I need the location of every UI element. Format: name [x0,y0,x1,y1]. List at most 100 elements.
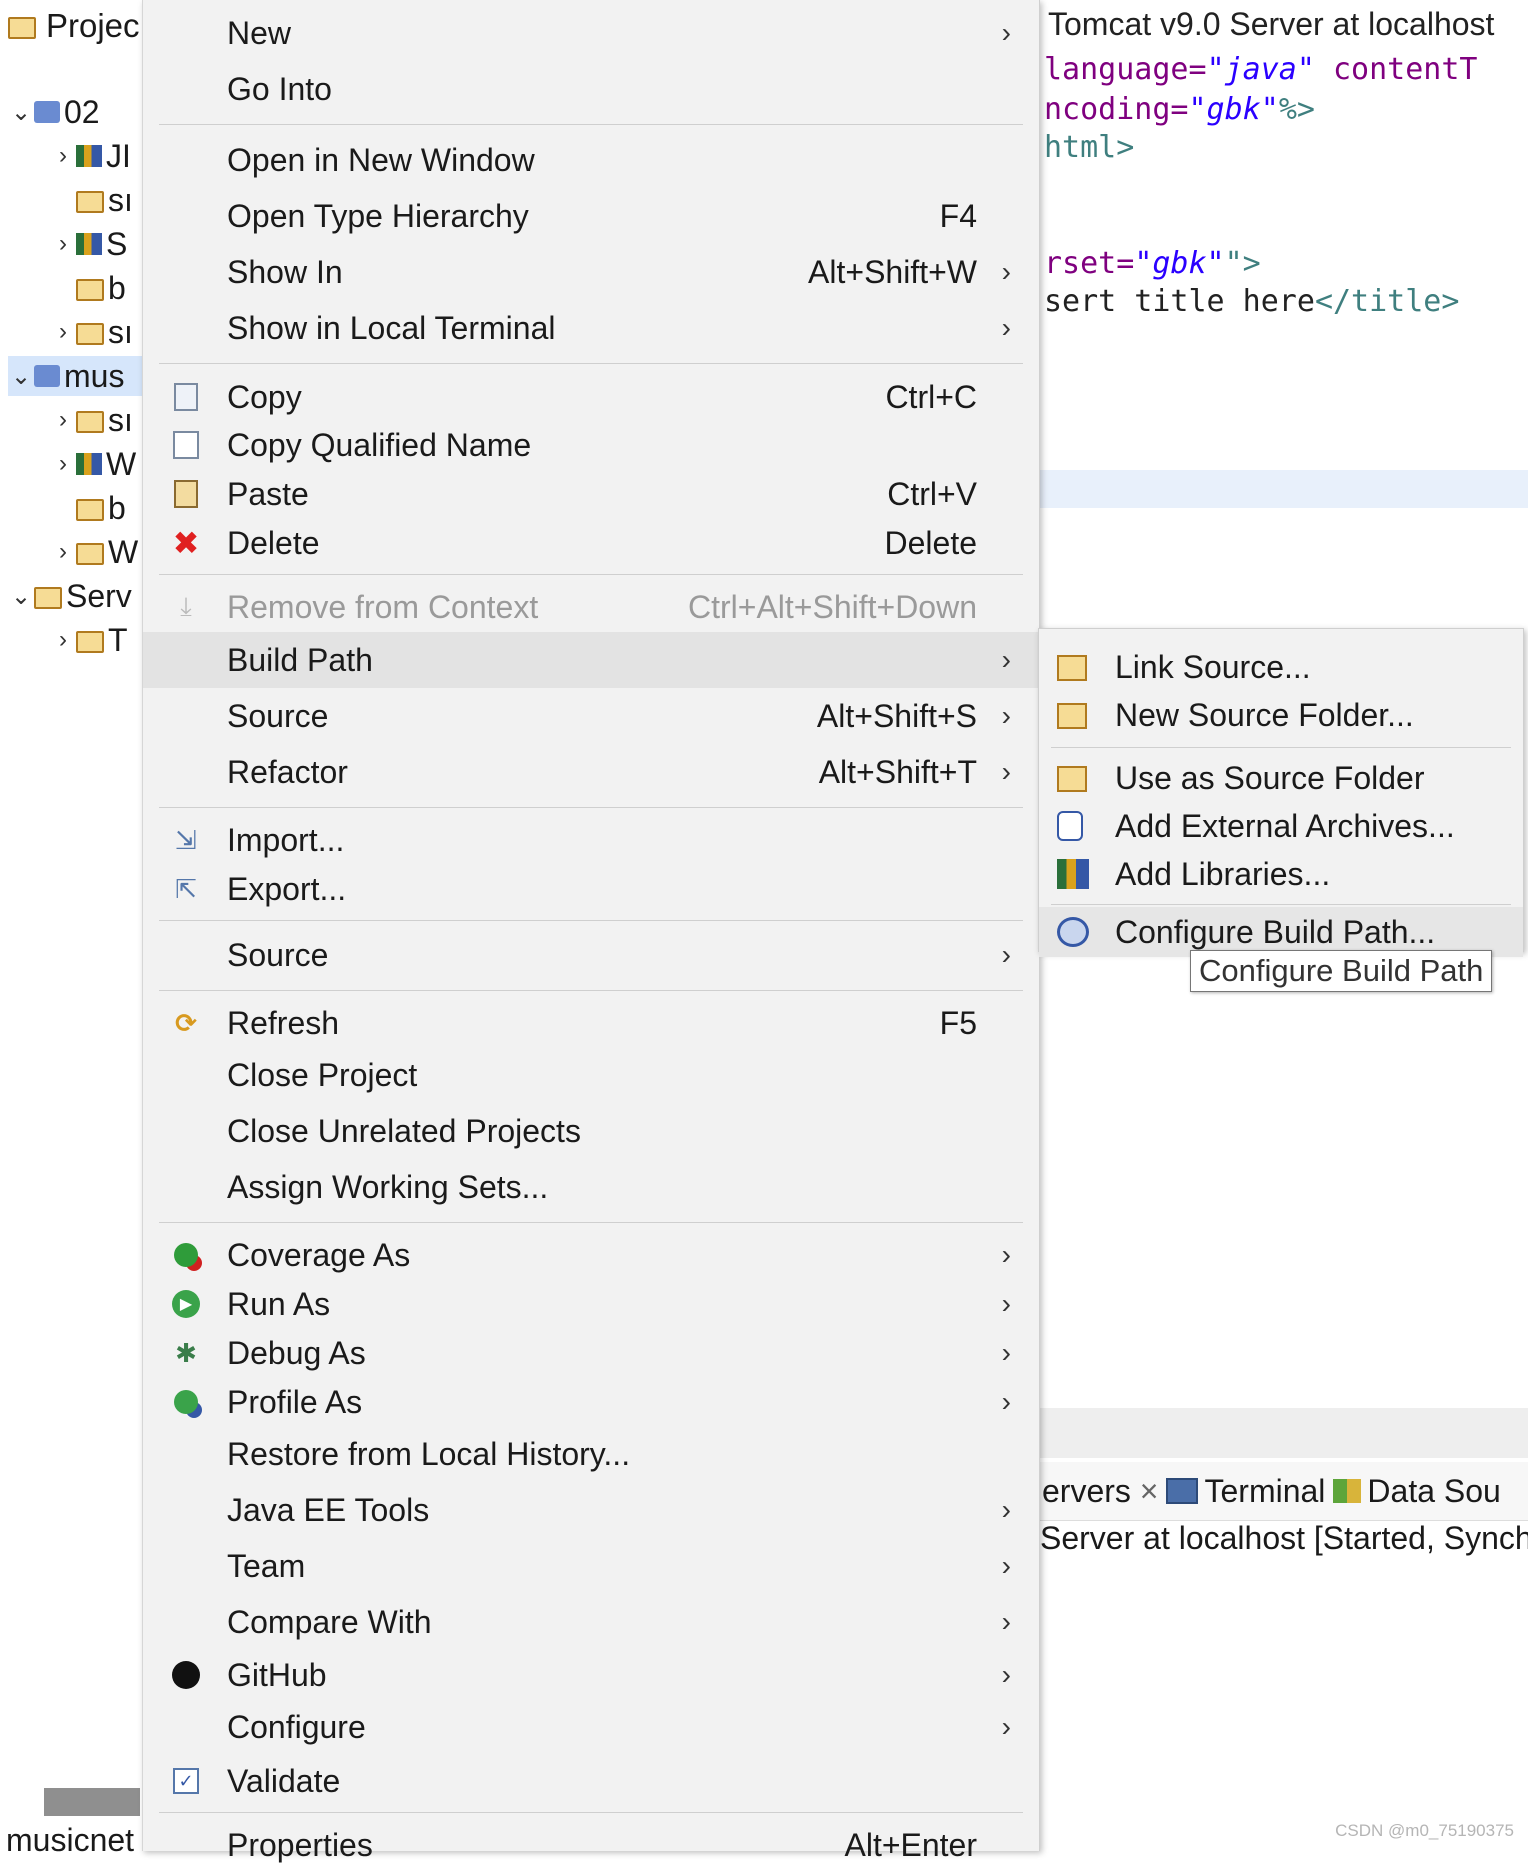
shortcut: F4 [939,197,977,234]
menu-item-validate[interactable]: ✓ Validate [143,1756,1039,1806]
project-explorer-tab[interactable]: Projec [8,6,140,46]
menu-item-run-as[interactable]: ▶ Run As › [143,1279,1039,1329]
submenu-item-link-source[interactable]: Link Source... [1039,643,1523,691]
project-icon [34,101,60,123]
server-status-row[interactable]: Server at localhost [Started, Synch [1040,1520,1528,1557]
tree-row[interactable]: b [76,268,126,308]
menu-item-github[interactable]: GitHub › [143,1650,1039,1700]
code-line: rset="gbk""> [1044,246,1261,281]
menu-separator [159,920,1023,921]
current-line-highlight [1040,470,1528,508]
tree-row[interactable]: › sı [50,400,133,440]
menu-item-show-in[interactable]: Show In Alt+Shift+W › [143,247,1039,297]
menu-item-refactor[interactable]: Refactor Alt+Shift+T › [143,747,1039,797]
menu-item-properties[interactable]: Properties Alt+Enter [143,1820,1039,1870]
submenu-item-add-libraries[interactable]: Add Libraries... [1039,850,1523,898]
menu-separator [159,1222,1023,1223]
menu-item-refresh[interactable]: ⟳ Refresh F5 [143,998,1039,1048]
chevron-down-icon[interactable]: ⌄ [8,98,34,127]
source-folder-icon [76,191,104,213]
tree-row-project-selected[interactable]: ⌄ mus [8,356,150,396]
shortcut: Alt+Shift+W [808,253,977,290]
tooltip: Configure Build Path [1190,950,1493,992]
menu-separator [159,363,1023,364]
new-source-folder-icon [1057,700,1089,730]
horizontal-scrollbar[interactable] [44,1788,140,1816]
folder-icon [76,323,104,345]
folder-icon [76,631,104,653]
menu-item-close-project[interactable]: Close Project [143,1050,1039,1100]
menu-item-copy[interactable]: Copy Ctrl+C [143,372,1039,422]
shortcut: Alt+Shift+T [818,753,977,790]
menu-item-debug-as[interactable]: ✱ Debug As › [143,1328,1039,1378]
menu-item-show-in-local-terminal[interactable]: Show in Local Terminal › [143,303,1039,353]
tree-row[interactable]: › W [50,532,138,572]
menu-item-source[interactable]: Source Alt+Shift+S › [143,691,1039,741]
tree-row[interactable]: sı [76,180,133,220]
chevron-down-icon[interactable]: ⌄ [8,582,34,611]
menu-item-close-unrelated-projects[interactable]: Close Unrelated Projects [143,1106,1039,1156]
menu-item-paste[interactable]: Paste Ctrl+V [143,469,1039,519]
folder-icon [76,279,104,301]
tree-row[interactable]: › S [50,224,127,264]
editor-tab-title[interactable]: Tomcat v9.0 Server at localhost [1048,6,1494,43]
menu-item-import[interactable]: ⇲ Import... [143,815,1039,865]
tree-row[interactable]: › W [50,444,136,484]
menu-item-delete[interactable]: ✖ Delete Delete [143,518,1039,568]
tree-row-servers[interactable]: ⌄ Serv [8,576,132,616]
submenu-item-add-external-archives[interactable]: Add External Archives... [1039,802,1523,850]
tree-row[interactable]: b [76,488,126,528]
chevron-right-icon[interactable]: › [50,406,76,434]
submenu-item-use-as-source-folder[interactable]: Use as Source Folder [1039,754,1523,802]
menu-item-open-type-hierarchy[interactable]: Open Type Hierarchy F4 [143,191,1039,241]
configure-build-path-icon [1057,917,1089,947]
tree-row[interactable]: › T [50,620,128,660]
tab-data-source[interactable]: Data Sou [1333,1473,1501,1510]
tree-row[interactable]: › sı [50,312,133,352]
menu-item-go-into[interactable]: Go Into [143,64,1039,114]
menu-item-open-in-new-window[interactable]: Open in New Window [143,135,1039,185]
menu-separator [159,1812,1023,1813]
profile-icon [171,1387,201,1417]
menu-item-export[interactable]: ⇱ Export... [143,864,1039,914]
menu-separator [159,807,1023,808]
close-icon[interactable]: × [1140,1473,1159,1509]
tree-row-project-02[interactable]: ⌄ 02 [8,92,100,132]
tree-row[interactable]: › JI [50,136,131,176]
chevron-right-icon: › [1001,1550,1011,1581]
tab-terminal[interactable]: Terminal [1166,1473,1325,1510]
terminal-icon [1166,1478,1199,1504]
project-explorer-title: Projec [46,7,140,44]
menu-item-assign-working-sets[interactable]: Assign Working Sets... [143,1162,1039,1212]
menu-item-profile-as[interactable]: Profile As › [143,1377,1039,1427]
validate-checkbox-icon: ✓ [171,1766,201,1796]
chevron-right-icon[interactable]: › [50,230,76,258]
chevron-right-icon[interactable]: › [50,318,76,346]
source-folder-icon [76,411,104,433]
menu-item-compare-with[interactable]: Compare With › [143,1597,1039,1647]
menu-separator [159,124,1023,125]
chevron-down-icon[interactable]: ⌄ [8,362,34,391]
editor-bottom-scrollbar[interactable] [1040,1408,1528,1458]
menu-item-java-ee-tools[interactable]: Java EE Tools › [143,1485,1039,1535]
submenu-item-new-source-folder[interactable]: New Source Folder... [1039,691,1523,739]
menu-item-coverage-as[interactable]: Coverage As › [143,1230,1039,1280]
tree-label: sı [108,401,133,438]
chevron-right-icon: › [1001,1494,1011,1525]
menu-item-build-path[interactable]: Build Path › [143,632,1039,688]
tab-servers[interactable]: ervers × [1040,1473,1158,1510]
menu-item-source-2[interactable]: Source › [143,930,1039,980]
menu-item-copy-qualified-name[interactable]: Copy Qualified Name [143,420,1039,470]
chevron-right-icon[interactable]: › [50,626,76,654]
bottom-views-tabbar: ervers × Terminal Data Sou [1040,1462,1528,1521]
menu-item-team[interactable]: Team › [143,1541,1039,1591]
chevron-right-icon[interactable]: › [50,538,76,566]
paste-icon [171,479,201,509]
menu-separator [1051,747,1511,748]
chevron-right-icon[interactable]: › [50,450,76,478]
github-icon [171,1660,201,1690]
menu-item-restore-from-local-history[interactable]: Restore from Local History... [143,1429,1039,1479]
chevron-right-icon[interactable]: › [50,142,76,170]
menu-item-new[interactable]: New › [143,8,1039,58]
menu-item-configure[interactable]: Configure › [143,1702,1039,1752]
